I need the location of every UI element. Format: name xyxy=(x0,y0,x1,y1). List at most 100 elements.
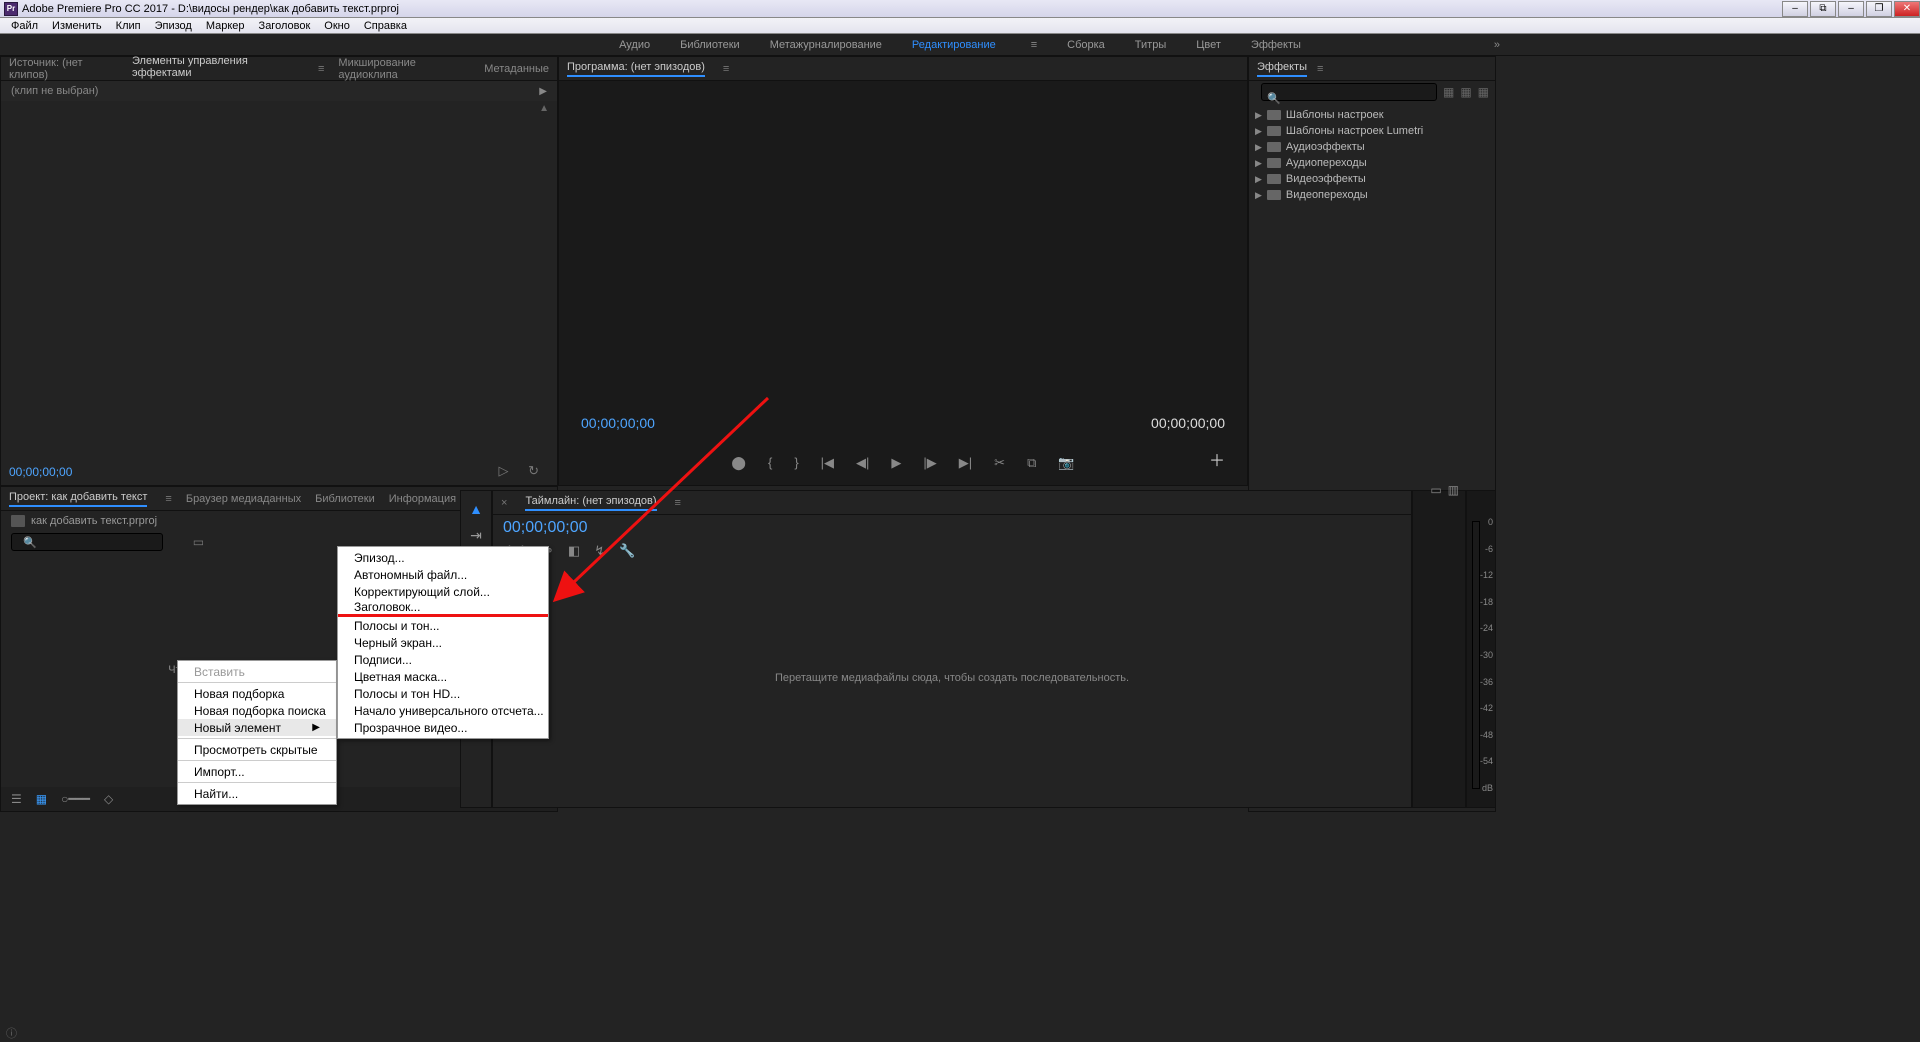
restore-button[interactable]: ❐ xyxy=(1866,1,1892,17)
play-arrow-icon[interactable]: ▶ xyxy=(539,86,547,97)
menu-item-10[interactable]: Найти... xyxy=(178,785,336,802)
close-button[interactable]: ✕ xyxy=(1894,1,1920,17)
menu-изменить[interactable]: Изменить xyxy=(52,20,102,32)
hamburger-icon[interactable]: ≡ xyxy=(318,63,324,75)
timeline-empty-hint: Перетащите медиафайлы сюда, чтобы создат… xyxy=(775,672,1129,684)
menu-item-0[interactable]: Эпизод... xyxy=(338,549,548,566)
thumb-view-icon[interactable]: ▦ xyxy=(36,792,47,806)
effects-folder-5[interactable]: ▶Видеопереходы xyxy=(1255,187,1489,203)
minimize-button[interactable]: – xyxy=(1782,1,1808,17)
menu-item-4[interactable]: Полосы и тон... xyxy=(338,617,548,634)
menu-item-8[interactable]: Полосы и тон HD... xyxy=(338,685,548,702)
camera-icon[interactable]: ▭ xyxy=(193,535,204,549)
transport-btn-5[interactable]: ▶ xyxy=(891,455,901,471)
menu-эпизод[interactable]: Эпизод xyxy=(155,20,192,32)
folder-icon[interactable]: ▭ xyxy=(1430,483,1441,497)
project-tab-2[interactable]: Библиотеки xyxy=(315,493,375,505)
effects-folder-1[interactable]: ▶Шаблоны настроек Lumetri xyxy=(1255,123,1489,139)
transport-btn-8[interactable]: ✂ xyxy=(994,455,1005,471)
effects-search-input[interactable] xyxy=(1261,83,1437,101)
add-button-icon[interactable]: ＋ xyxy=(1209,447,1225,471)
menu-item-9[interactable]: Начало универсального отсчета... xyxy=(338,702,548,719)
menu-item-6[interactable]: Подписи... xyxy=(338,651,548,668)
workspace-2[interactable]: Метажурналирование xyxy=(770,39,882,51)
transport-btn-0[interactable]: ⬤ xyxy=(731,455,746,471)
selection-tool-icon[interactable]: ▲ xyxy=(469,501,483,517)
timeline-timecode[interactable]: 00;00;00;00 xyxy=(493,515,1411,541)
menu-item-10[interactable]: Прозрачное видео... xyxy=(338,719,548,736)
menu-item-8[interactable]: Импорт... xyxy=(178,763,336,780)
hamburger-icon[interactable]: ≡ xyxy=(1031,39,1037,51)
program-monitor: 00;00;00;00 00;00;00;00 ⬤{}|◀◀|▶|▶▶|✂⧉📷 … xyxy=(559,81,1247,485)
timeline-tab[interactable]: Таймлайн: (нет эпизодов) xyxy=(525,495,656,511)
menu-item-7[interactable]: Цветная маска... xyxy=(338,668,548,685)
menu-клип[interactable]: Клип xyxy=(116,20,141,32)
hamburger-icon[interactable]: ≡ xyxy=(723,63,729,75)
source-footer-icons[interactable]: ▷ ↻ xyxy=(498,463,547,479)
source-tab-3[interactable]: Метаданные xyxy=(484,63,549,75)
hamburger-icon[interactable]: ≡ xyxy=(165,493,171,505)
chevron-right-icon[interactable]: » xyxy=(1494,39,1500,51)
program-tc-left[interactable]: 00;00;00;00 xyxy=(581,415,655,431)
source-tab-0[interactable]: Источник: (нет клипов) xyxy=(9,57,118,81)
menu-item-4[interactable]: Новый элемент▶ xyxy=(178,719,336,736)
menu-item-3[interactable]: Заголовок... xyxy=(338,600,548,617)
workspace-0[interactable]: Аудио xyxy=(619,39,650,51)
workspace-3[interactable]: Редактирование xyxy=(912,39,996,51)
transport-btn-2[interactable]: } xyxy=(794,455,798,471)
effects-folder-4[interactable]: ▶Видеоэффекты xyxy=(1255,171,1489,187)
menu-справка[interactable]: Справка xyxy=(364,20,407,32)
yuv-filter-icon[interactable]: ▦ xyxy=(1478,85,1489,99)
source-tab-2[interactable]: Микширование аудиоклипа xyxy=(338,57,470,81)
minimize2-button[interactable]: – xyxy=(1838,1,1864,17)
app-icon: Pr xyxy=(4,2,18,16)
close-tab-icon[interactable]: × xyxy=(501,497,507,509)
source-tab-1[interactable]: Элементы управления эффектами xyxy=(132,55,300,83)
project-tab-3[interactable]: Информация xyxy=(389,493,456,505)
timeline-body[interactable]: Перетащите медиафайлы сюда, чтобы создат… xyxy=(493,549,1411,807)
effects-folder-0[interactable]: ▶Шаблоны настроек xyxy=(1255,107,1489,123)
project-tab-0[interactable]: Проект: как добавить текст xyxy=(9,491,147,507)
menu-item-2[interactable]: Корректирующий слой... xyxy=(338,583,548,600)
menu-item-6[interactable]: Просмотреть скрытые xyxy=(178,741,336,758)
workspace-7[interactable]: Эффекты xyxy=(1251,39,1301,51)
transport-btn-10[interactable]: 📷 xyxy=(1058,455,1074,471)
workspace-1[interactable]: Библиотеки xyxy=(680,39,740,51)
hamburger-icon[interactable]: ≡ xyxy=(1317,63,1323,75)
effects-folder-3[interactable]: ▶Аудиопереходы xyxy=(1255,155,1489,171)
effects-folder-2[interactable]: ▶Аудиоэффекты xyxy=(1255,139,1489,155)
list-view-icon[interactable]: ☰ xyxy=(11,792,22,806)
transport-btn-4[interactable]: ◀| xyxy=(856,455,869,471)
fx-filter-icon[interactable]: ▦ xyxy=(1460,85,1471,99)
maximize-button[interactable]: ⧉ xyxy=(1810,1,1836,17)
project-tab-1[interactable]: Браузер медиаданных xyxy=(186,493,301,505)
source-timecode[interactable]: 00;00;00;00 xyxy=(9,465,72,479)
hamburger-icon[interactable]: ≡ xyxy=(675,497,681,509)
transport-btn-6[interactable]: |▶ xyxy=(923,455,936,471)
transport-btn-3[interactable]: |◀ xyxy=(821,455,834,471)
workspace-5[interactable]: Титры xyxy=(1135,39,1166,51)
scroll-up-icon[interactable]: ▲ xyxy=(539,103,549,114)
effect-controls-header: (клип не выбран) ▶ xyxy=(1,81,557,101)
zoom-slider-icon[interactable]: ○━━━ xyxy=(61,792,90,806)
menu-item-3[interactable]: Новая подборка поиска xyxy=(178,702,336,719)
info-icon[interactable]: ⓘ xyxy=(6,1025,17,1041)
program-tab[interactable]: Программа: (нет эпизодов) xyxy=(567,61,705,77)
effects-tab[interactable]: Эффекты xyxy=(1257,61,1307,77)
menu-item-5[interactable]: Черный экран... xyxy=(338,634,548,651)
sort-icon[interactable]: ◇ xyxy=(104,792,113,806)
panel-icon[interactable]: ▥ xyxy=(1448,483,1459,497)
transport-btn-1[interactable]: { xyxy=(768,455,772,471)
menu-маркер[interactable]: Маркер xyxy=(206,20,245,32)
menu-заголовок[interactable]: Заголовок xyxy=(259,20,311,32)
menu-item-1[interactable]: Автономный файл... xyxy=(338,566,548,583)
transport-btn-9[interactable]: ⧉ xyxy=(1027,455,1036,471)
menu-файл[interactable]: Файл xyxy=(11,20,38,32)
track-select-tool-icon[interactable]: ⇥ xyxy=(470,527,482,544)
workspace-6[interactable]: Цвет xyxy=(1196,39,1221,51)
menu-item-2[interactable]: Новая подборка xyxy=(178,685,336,702)
workspace-4[interactable]: Сборка xyxy=(1067,39,1105,51)
menu-окно[interactable]: Окно xyxy=(324,20,350,32)
preset-filter-icon[interactable]: ▦ xyxy=(1443,85,1454,99)
transport-btn-7[interactable]: ▶| xyxy=(959,455,972,471)
